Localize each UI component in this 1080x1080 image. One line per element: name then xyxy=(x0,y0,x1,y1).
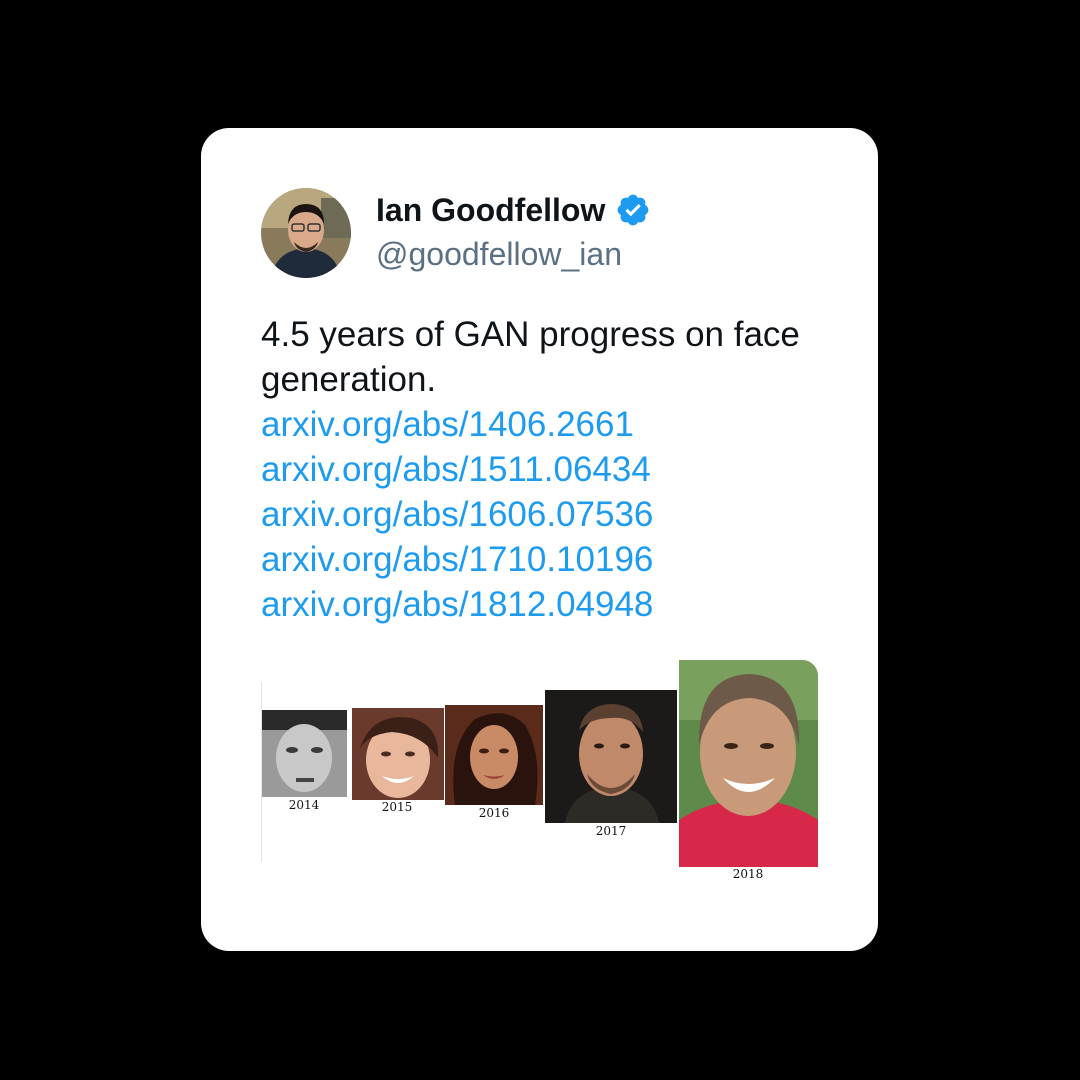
face-2017 xyxy=(545,690,677,823)
face-2015 xyxy=(352,708,444,800)
tweet-card: Ian Goodfellow @goodfellow_ian 4.5 years… xyxy=(201,128,878,951)
face-2014 xyxy=(262,710,347,797)
author-handle[interactable]: @goodfellow_ian xyxy=(376,234,622,274)
year-label-2016: 2016 xyxy=(478,806,510,820)
verified-badge-icon xyxy=(617,194,649,226)
year-label-2017: 2017 xyxy=(595,824,627,838)
face-2018 xyxy=(679,660,818,867)
year-label-2014: 2014 xyxy=(288,798,320,812)
author-display-name[interactable]: Ian Goodfellow xyxy=(376,190,605,230)
year-label-2015: 2015 xyxy=(381,800,413,814)
link-arxiv-1606[interactable]: arxiv.org/abs/1606.07536 xyxy=(261,492,841,537)
link-arxiv-1812[interactable]: arxiv.org/abs/1812.04948 xyxy=(261,582,841,627)
link-arxiv-1511[interactable]: arxiv.org/abs/1511.06434 xyxy=(261,447,841,492)
author-name-row: Ian Goodfellow xyxy=(376,190,651,230)
avatar[interactable] xyxy=(261,188,351,278)
link-arxiv-1406[interactable]: arxiv.org/abs/1406.2661 xyxy=(261,402,841,447)
link-arxiv-1710[interactable]: arxiv.org/abs/1710.10196 xyxy=(261,537,841,582)
face-2016 xyxy=(445,705,543,805)
tweet-media-image[interactable]: 2014 2015 2016 2017 2018 xyxy=(261,660,818,890)
tweet-text: 4.5 years of GAN progress on face genera… xyxy=(261,312,841,627)
tweet-body: 4.5 years of GAN progress on face genera… xyxy=(261,315,800,399)
year-label-2018: 2018 xyxy=(732,867,764,881)
